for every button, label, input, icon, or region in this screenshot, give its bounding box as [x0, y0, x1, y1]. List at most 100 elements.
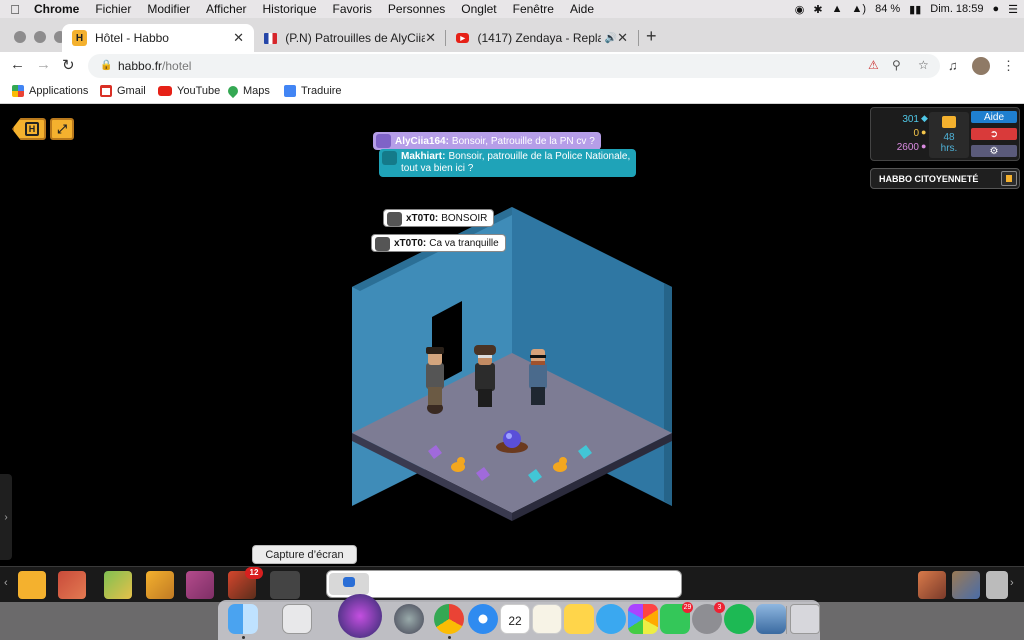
chat-bubble[interactable]: xT0T0: Ca va tranquille — [371, 234, 506, 252]
duckets-count: 2600 — [896, 142, 919, 153]
tab-habbo[interactable]: H Hôtel - Habbo ✕ — [62, 24, 254, 52]
hotel-view-button[interactable]: H — [12, 118, 46, 140]
menu-app-chrome[interactable]: Chrome — [30, 2, 87, 16]
chat-style-selector[interactable] — [329, 573, 369, 595]
screen-record-icon[interactable]: ◉ — [795, 3, 805, 16]
calendar-icon[interactable]: 22 — [500, 604, 530, 634]
chrome-icon[interactable] — [434, 604, 464, 634]
audio-playing-icon[interactable]: 🔊 — [605, 33, 617, 44]
inventory-icon[interactable] — [186, 571, 214, 599]
chat-bubble[interactable]: Makhiart: Bonsoir, patrouille de la Polic… — [379, 149, 637, 177]
settings-button[interactable]: ⚙ — [971, 145, 1017, 157]
citizenship-toggle-button[interactable] — [1001, 171, 1017, 186]
notes-icon[interactable] — [532, 604, 562, 634]
habbo-logo-icon: H — [25, 122, 39, 136]
close-window-icon[interactable] — [14, 31, 26, 43]
screenshot-app-icon[interactable] — [282, 604, 312, 634]
hc-club-box[interactable]: 48 hrs. — [929, 112, 969, 158]
reload-icon[interactable]: ↻ — [62, 56, 75, 74]
fullscreen-button[interactable]: ⤢ — [50, 118, 74, 140]
close-tab-icon[interactable]: ✕ — [233, 30, 244, 46]
help-button[interactable]: Aide — [971, 111, 1017, 123]
finder-icon[interactable] — [228, 604, 258, 634]
bookmark-applications[interactable]: Applications — [12, 85, 88, 97]
logout-button[interactable]: ➲ — [971, 128, 1017, 140]
menu-fichier[interactable]: Fichier — [87, 2, 139, 16]
collapse-friends-icon[interactable]: › — [1010, 577, 1014, 589]
battery-percent: 84 % — [875, 3, 901, 15]
more-menu-icon[interactable]: ⋮ — [1002, 58, 1015, 74]
habbo-toolbar: ‹ 12 › — [0, 566, 1024, 602]
chat-bubble-style-icon — [343, 577, 355, 587]
bookmark-youtube[interactable]: YouTube — [158, 85, 220, 97]
address-bar[interactable]: 🔒 habbo.fr/hotel — [88, 54, 940, 78]
habbo-client[interactable]: H ⤢ AlyCiia164: Bonsoir, Patrouille de l… — [0, 106, 1024, 566]
menu-onglet[interactable]: Onglet — [453, 2, 504, 16]
bookmark-traduire[interactable]: Traduire — [284, 85, 342, 97]
maps-icon — [225, 83, 241, 99]
trash-icon[interactable] — [790, 604, 820, 634]
hotel-view-icon[interactable] — [18, 571, 46, 599]
chat-speaker: AlyCiia164: — [395, 135, 449, 147]
blocked-content-icon[interactable]: ⚠ — [868, 58, 879, 72]
chat-bubble[interactable]: xT0T0: BONSOIR — [383, 209, 495, 227]
forward-arrow-icon[interactable]: → — [36, 56, 51, 73]
close-tab-icon[interactable]: ✕ — [425, 30, 436, 46]
bookmark-label: Gmail — [117, 85, 146, 97]
bookmark-gmail[interactable]: Gmail — [100, 85, 146, 97]
menu-afficher[interactable]: Afficher — [198, 2, 254, 16]
menu-aide[interactable]: Aide — [562, 2, 602, 16]
menu-personnes[interactable]: Personnes — [380, 2, 453, 16]
messages-icon[interactable] — [596, 604, 626, 634]
avatar-head-icon — [387, 212, 402, 226]
friends-icon[interactable] — [918, 571, 946, 599]
volume-icon[interactable]: ▲) — [852, 3, 867, 15]
spotify-icon[interactable] — [724, 604, 754, 634]
citizenship-bar[interactable]: HABBO CITOYENNETÉ — [870, 168, 1020, 189]
media-control-icon[interactable]: ♫ — [948, 58, 958, 73]
menu-modifier[interactable]: Modifier — [139, 2, 198, 16]
close-tab-icon[interactable]: ✕ — [617, 30, 628, 46]
menu-historique[interactable]: Historique — [255, 2, 325, 16]
control-list-icon[interactable]: ☰ — [1008, 3, 1018, 16]
minimize-window-icon[interactable] — [34, 31, 46, 43]
chat-input[interactable] — [326, 570, 682, 598]
tab-youtube[interactable]: ▶ (1417) Zendaya - Replay - 🔊 ✕ — [446, 24, 638, 52]
bookmark-maps[interactable]: Maps — [225, 83, 270, 99]
battery-icon[interactable]: ▮▮ — [909, 3, 921, 16]
siri-icon[interactable] — [338, 594, 382, 638]
lock-icon[interactable]: 🔒 — [100, 60, 112, 72]
apple-icon[interactable]:  — [0, 2, 30, 17]
profile-avatar[interactable] — [972, 57, 990, 75]
tab-patrouilles[interactable]: (P.N) Patrouilles de AlyCiia164 ✕ — [254, 24, 446, 52]
photos-icon[interactable] — [628, 604, 658, 634]
camera-icon[interactable] — [270, 571, 300, 599]
menu-favoris[interactable]: Favoris — [325, 2, 380, 16]
key-icon[interactable]: ⚲ — [892, 58, 901, 72]
calendar-day: 22 — [508, 614, 522, 628]
apps-grid-icon — [12, 85, 24, 97]
clock[interactable]: Dim. 18:59 — [930, 3, 983, 15]
builders-club-icon[interactable] — [146, 571, 174, 599]
back-arrow-icon[interactable]: ← — [10, 56, 25, 73]
stickies-icon[interactable] — [564, 604, 594, 634]
safari-icon[interactable] — [468, 604, 498, 634]
wifi-icon[interactable]: ▲ — [832, 3, 843, 15]
rooms-navigator-icon[interactable] — [58, 571, 86, 599]
chat-bubbles-icon[interactable] — [986, 571, 1008, 599]
menu-fenetre[interactable]: Fenêtre — [505, 2, 562, 16]
hc-value: 48 — [943, 132, 955, 143]
launchpad-icon[interactable] — [394, 604, 424, 634]
bluetooth-icon[interactable]: ✱ — [813, 3, 822, 16]
chat-bubble[interactable]: AlyCiia164: Bonsoir, Patrouille de la PN… — [373, 132, 601, 150]
avatar-xtoto — [426, 347, 444, 414]
collapse-toolbar-icon[interactable]: ‹ — [4, 577, 8, 589]
preview-icon[interactable] — [756, 604, 786, 634]
catalog-icon[interactable] — [104, 571, 132, 599]
find-friends-icon[interactable] — [952, 571, 980, 599]
siri-icon[interactable]: ● — [992, 3, 999, 15]
bookmark-star-icon[interactable]: ☆ — [918, 58, 929, 72]
new-tab-button[interactable]: + — [646, 26, 657, 47]
gmail-icon — [100, 85, 112, 97]
side-panel-toggle[interactable]: › — [0, 474, 12, 560]
